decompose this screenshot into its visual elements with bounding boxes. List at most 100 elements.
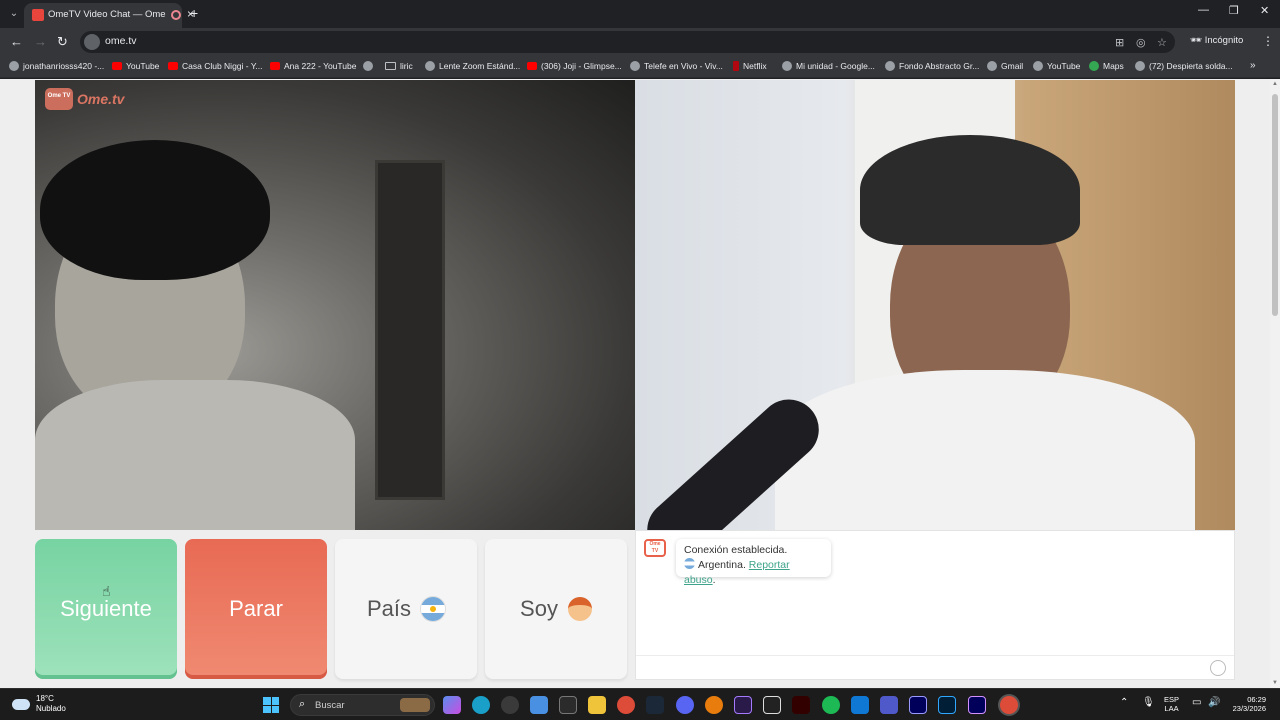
tracking-protection-icon[interactable]: ◎ [1136, 36, 1146, 49]
globe-icon [363, 61, 373, 71]
youtube-icon [168, 62, 178, 70]
bookmark-star-icon[interactable]: ☆ [1157, 36, 1167, 49]
network-icon[interactable]: ▭ [1192, 697, 1201, 708]
steam-icon[interactable] [646, 696, 664, 714]
start-icon[interactable] [263, 697, 279, 713]
outlook-icon[interactable] [851, 696, 869, 714]
chrome-incognito-icon[interactable] [1000, 696, 1018, 714]
connection-status: Conexión establecida. [684, 544, 788, 556]
mouse-cursor-icon: ☝ [102, 583, 111, 599]
close-window-icon[interactable]: ✕ [1260, 4, 1269, 17]
bookmark-item[interactable]: Ana 222 - YouTube [270, 61, 356, 71]
clock[interactable]: 06:29 23/3/2026 [1226, 695, 1266, 713]
bookmark-item[interactable]: Netflix [733, 61, 767, 71]
scroll-up-icon[interactable]: ▲ [1272, 81, 1278, 87]
after-effects-icon[interactable] [734, 696, 752, 714]
emoji-icon[interactable] [1210, 660, 1226, 676]
bookmarks-overflow-icon[interactable]: » [1250, 60, 1256, 71]
stop-button[interactable]: Parar [185, 539, 327, 679]
bookmark-item[interactable]: (306) Joji - Glimpse... [527, 61, 622, 71]
page-scrollbar[interactable]: ▲ ▼ [1270, 79, 1280, 688]
brand-name: Ome.tv [77, 91, 125, 107]
bookmarks-bar: jonathanriosss420 -... YouTube Casa Club… [0, 56, 1280, 78]
blender-icon[interactable] [705, 696, 723, 714]
bookmark-item[interactable]: Fondo Abstracto Gr... [885, 61, 979, 71]
copilot-icon[interactable] [443, 696, 461, 714]
bookmark-item[interactable]: Lente Zoom Estánd... [425, 61, 520, 71]
globe-icon [1135, 61, 1145, 71]
globe-icon [9, 61, 19, 71]
taskbar-search[interactable]: ⌕ Buscar [290, 694, 435, 716]
folder-icon [385, 62, 396, 70]
tv-logo-icon: Ome TV [45, 88, 73, 110]
address-bar[interactable]: ome.tv ⊞ ◎ ☆ [80, 31, 1175, 53]
taskbar: 18°C Nublado ⌕ Buscar ⌃ 🎙 ESP LAA ▭ 🔊 06… [0, 688, 1280, 720]
bookmark-item[interactable]: Mi unidad - Google... [782, 61, 875, 71]
system-message: Conexión establecida. Argentina. Reporta… [676, 539, 831, 586]
bookmark-item[interactable]: (72) Despierta solda... [1135, 61, 1233, 71]
epic-games-icon[interactable] [559, 696, 577, 714]
restore-icon[interactable]: ❐ [1229, 4, 1239, 17]
translate-icon[interactable]: ⊞ [1115, 36, 1124, 49]
ometv-chat-icon: Ome TV [644, 539, 666, 557]
discord-icon[interactable] [676, 696, 694, 714]
bookmark-folder[interactable]: liric [385, 61, 413, 71]
premiere-icon[interactable] [909, 696, 927, 714]
argentina-flag-icon [421, 597, 446, 621]
gender-label: Soy [520, 596, 558, 621]
search-icon: ⌕ [299, 698, 306, 710]
site-info-icon[interactable] [84, 34, 100, 50]
bookmark-item[interactable]: Maps [1089, 61, 1124, 71]
country-filter-button[interactable]: País [335, 539, 477, 679]
bookmark-item[interactable]: YouTube [112, 61, 159, 71]
self-cap [860, 135, 1080, 245]
next-button[interactable]: Siguiente [35, 539, 177, 679]
argentina-flag-icon [684, 558, 695, 569]
minimize-icon[interactable]: — [1198, 4, 1209, 16]
photoshop-icon[interactable] [938, 696, 956, 714]
scrollbar-thumb[interactable] [1272, 94, 1278, 316]
spotify-icon[interactable] [822, 696, 840, 714]
clock-date: 23/3/2026 [1232, 704, 1266, 713]
tab-title: OmeTV Video Chat — Ome.tv [48, 9, 166, 20]
language-indicator[interactable]: ESP LAA [1164, 695, 1179, 713]
bookmark-item[interactable]: Gmail [987, 61, 1023, 71]
unity-icon[interactable] [763, 696, 781, 714]
incognito-label: Incógnito [1204, 35, 1244, 46]
globe-icon [987, 61, 997, 71]
page-viewport: Ome TV Ome.tv Siguiente Parar País Soy ☝… [0, 79, 1280, 688]
edge-icon[interactable] [472, 696, 490, 714]
reload-icon[interactable]: ↻ [57, 34, 68, 50]
microphone-icon[interactable]: 🎙 [1142, 697, 1155, 708]
back-icon[interactable]: ← [10, 34, 23, 49]
illustrator-icon[interactable] [792, 696, 810, 714]
browser-toolbar: ← → ↻ ome.tv ⊞ ◎ ☆ 🕶 Incógnito ⋮ [0, 28, 1280, 56]
after-effects-alt-icon[interactable] [968, 696, 986, 714]
tray-overflow-icon[interactable]: ⌃ [1120, 697, 1128, 708]
chat-input[interactable] [636, 655, 1234, 679]
bookmark-item[interactable]: jonathanriosss420 -... [9, 61, 104, 71]
volume-icon[interactable]: 🔊 [1208, 697, 1220, 708]
chrome-icon[interactable] [617, 696, 635, 714]
bookmark-item[interactable]: Casa Club Niggi - Y... [168, 61, 262, 71]
stranger-hair [40, 140, 270, 280]
weather-widget[interactable]: 18°C Nublado [12, 694, 66, 714]
forward-icon[interactable]: → [34, 34, 47, 49]
bookmark-item[interactable]: YouTube [1033, 61, 1080, 71]
clock-time: 06:29 [1247, 695, 1266, 704]
gender-button[interactable]: Soy [485, 539, 627, 679]
file-explorer-icon[interactable] [588, 696, 606, 714]
bookmark-item[interactable]: Telefe en Vivo - Viv... [630, 61, 723, 71]
browser-menu-icon[interactable]: ⋮ [1262, 34, 1274, 48]
tab-ometv[interactable]: OmeTV Video Chat — Ome.tv × [24, 3, 194, 28]
new-tab-icon[interactable]: + [190, 5, 198, 21]
bookmark-item[interactable] [363, 61, 377, 71]
store-icon[interactable] [530, 696, 548, 714]
ometv-favicon-icon [32, 9, 44, 21]
scroll-down-icon[interactable]: ▼ [1272, 680, 1278, 686]
teams-icon[interactable] [880, 696, 898, 714]
incognito-indicator[interactable]: 🕶 Incógnito [1190, 35, 1243, 46]
tab-search-icon[interactable]: ⌄ [6, 6, 22, 22]
app-icon[interactable] [501, 696, 519, 714]
youtube-icon [527, 62, 537, 70]
